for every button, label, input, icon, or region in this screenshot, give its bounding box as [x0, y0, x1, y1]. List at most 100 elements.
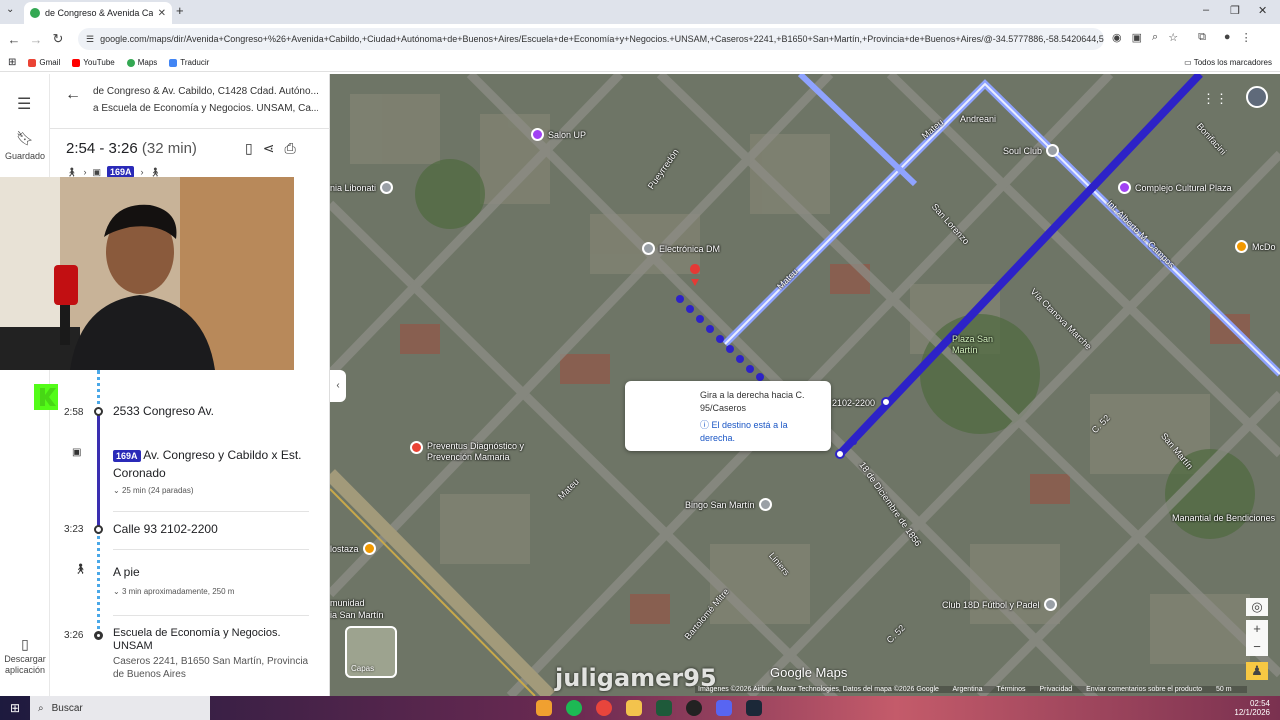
apps-grid-icon[interactable]: ⊞: [8, 57, 16, 68]
step-time: 3:23: [64, 524, 84, 535]
apps-grid-icon[interactable]: ⋮⋮: [1202, 91, 1228, 107]
kick-logo-icon: [34, 384, 58, 410]
saved-label: Guardado: [4, 151, 46, 161]
close-tab-icon[interactable]: ✕: [158, 8, 166, 19]
bus-line: [97, 414, 100, 529]
divider: [50, 128, 330, 129]
bookmark-star-icon[interactable]: ☆: [1168, 31, 1178, 44]
popup-note: ⓘ El destino está a la derecha.: [700, 419, 825, 445]
file-explorer-icon[interactable]: [626, 700, 642, 716]
cast-icon[interactable]: ▣: [1132, 31, 1142, 44]
minimize-icon[interactable]: –: [1203, 4, 1209, 16]
send-to-phone-icon[interactable]: ▯: [245, 140, 253, 157]
trip-actions: ▯ ⋖ ⎙: [245, 140, 296, 157]
tab-directions[interactable]: de Congreso & Avenida Cabildo ✕: [24, 2, 172, 24]
attribution-feedback[interactable]: Enviar comentarios sobre el producto: [1086, 686, 1202, 693]
poi-complejo-cultural[interactable]: Complejo Cultural Plaza: [1118, 181, 1232, 194]
bookmark-translate[interactable]: Traducir: [169, 58, 209, 67]
poi-club-18d[interactable]: Club 18D Fútbol y Padel: [942, 598, 1057, 611]
system-clock[interactable]: 02:54 12/1/2026: [1234, 699, 1270, 717]
zoom-in-button[interactable]: +: [1246, 620, 1268, 638]
destination-title[interactable]: Escuela de Economía y Negocios. UNSAM: [113, 627, 313, 653]
poi-label: nia Libonati: [330, 182, 377, 193]
bus-details-toggle[interactable]: ⌄ 25 min (24 paradas): [113, 486, 194, 495]
new-tab-icon[interactable]: +: [176, 3, 184, 18]
download-app-label: Descargar aplicación: [4, 654, 46, 675]
all-bookmarks[interactable]: ▭ Todos los marcadores: [1184, 58, 1272, 67]
destination-field[interactable]: a Escuela de Economía y Negocios. UNSAM,…: [93, 103, 318, 114]
print-icon[interactable]: ⎙: [284, 140, 295, 157]
taskbar-apps: [536, 700, 762, 716]
step-title[interactable]: Calle 93 2102-2200: [113, 522, 218, 536]
step-title[interactable]: 2533 Congreso Av.: [113, 404, 214, 418]
zoom-icon[interactable]: ⌕: [1152, 31, 1158, 44]
browser-menu-icon[interactable]: ⋮: [1241, 31, 1252, 44]
poi-preventus[interactable]: Preventus Diagnóstico y Prevención Mamar…: [410, 441, 527, 463]
extensions-icon[interactable]: ⧉: [1198, 31, 1206, 44]
poi-soul-club[interactable]: Soul Club: [1003, 144, 1060, 157]
zoom-out-button[interactable]: −: [1246, 638, 1268, 656]
pegman-icon[interactable]: ♟: [1246, 662, 1268, 680]
bookmark-youtube[interactable]: YouTube: [72, 58, 115, 67]
obs-icon[interactable]: [686, 700, 702, 716]
poi-libonati[interactable]: nia Libonati: [330, 181, 394, 194]
my-location-icon[interactable]: ◎: [1246, 598, 1268, 616]
poi-electronica-dm[interactable]: Electrónica DM: [642, 242, 720, 255]
browser-toolbar: ← → ↻ ☰ google.com/maps/dir/Avenida+Cong…: [0, 24, 1280, 54]
chrome-icon[interactable]: [596, 700, 612, 716]
collapse-panel-button[interactable]: ‹: [330, 370, 346, 402]
tab-search-icon[interactable]: ⌄: [6, 4, 14, 15]
app-icon[interactable]: [536, 700, 552, 716]
poi-label: Preventus Diagnóstico y Prevención Mamar…: [427, 441, 525, 462]
site-info-icon[interactable]: ☰: [86, 34, 94, 45]
hamburger-menu-icon[interactable]: ☰: [17, 94, 31, 114]
close-window-icon[interactable]: ✕: [1258, 4, 1267, 17]
share-icon[interactable]: ⋖: [263, 140, 275, 157]
scale-bar[interactable]: 50 m: [1216, 686, 1232, 693]
download-app-button[interactable]: ▯ Descargar aplicación: [0, 637, 50, 676]
poi-mcdonalds[interactable]: McDo: [1235, 240, 1276, 253]
bookmark-label: YouTube: [83, 58, 115, 67]
timeline-node: [94, 407, 103, 416]
maximize-icon[interactable]: ❐: [1230, 4, 1240, 17]
back-arrow-icon[interactable]: ←: [65, 86, 81, 104]
street-label: 2102-2200: [832, 398, 876, 408]
bookmark-gmail[interactable]: Gmail: [28, 58, 60, 67]
origin-field[interactable]: de Congreso & Av. Cabildo, C1428 Cdad. A…: [93, 86, 318, 97]
taskbar-search[interactable]: ⌕ Buscar: [30, 696, 210, 720]
back-icon[interactable]: ←: [3, 32, 25, 47]
address-bar[interactable]: ☰ google.com/maps/dir/Avenida+Congreso+%…: [78, 28, 1104, 50]
directions-panel: ← de Congreso & Av. Cabildo, C1428 Cdad.…: [34, 74, 330, 696]
walk-icon: 🚶︎: [149, 166, 161, 177]
poi-label: Salon UP: [548, 129, 587, 140]
poi-lostaza[interactable]: lostaza: [330, 542, 376, 555]
saved-button[interactable]: 🔖︎ Guardado: [0, 130, 50, 161]
navigation-popup[interactable]: Gira a la derecha hacia C. 95/Caseros ⓘ …: [625, 381, 831, 451]
reload-icon[interactable]: ↻: [47, 31, 69, 47]
windows-start-icon[interactable]: ⊞: [0, 701, 30, 715]
attribution-privacy[interactable]: Privacidad: [1039, 686, 1072, 693]
attribution-terms[interactable]: Términos: [996, 686, 1025, 693]
bus-icon: ▣: [72, 447, 82, 458]
poi-label: Soul Club: [1003, 145, 1043, 156]
discord-icon[interactable]: [716, 700, 732, 716]
spotify-icon[interactable]: [566, 700, 582, 716]
bookmark-label: Gmail: [39, 58, 61, 67]
map-canvas[interactable]: ‹ Salon UP Soul Club Complejo Cultural P…: [330, 74, 1280, 696]
search-icon: ⌕: [38, 702, 44, 714]
forward-icon[interactable]: →: [25, 32, 47, 47]
poi-salon-up[interactable]: Salon UP: [531, 128, 586, 141]
poi-bingo[interactable]: Bingo San Martín: [685, 498, 772, 511]
account-avatar[interactable]: [1246, 86, 1268, 108]
profile-icon[interactable]: ●: [1224, 31, 1231, 44]
walk-details-toggle[interactable]: ⌄ 3 min aproximadamente, 250 m: [113, 587, 234, 596]
steam-icon[interactable]: [746, 700, 762, 716]
poi-pin-icon: [362, 542, 376, 555]
attribution-country[interactable]: Argentina: [953, 686, 983, 693]
app-icon[interactable]: [656, 700, 672, 716]
bookmark-maps[interactable]: Maps: [126, 58, 157, 67]
layers-button[interactable]: Capas: [345, 626, 397, 678]
bus-step[interactable]: 169A Av. Congreso y Cabildo x Est. Coron…: [113, 447, 313, 482]
poi-pin-icon: [531, 128, 544, 141]
location-icon[interactable]: ◉: [1112, 31, 1122, 44]
